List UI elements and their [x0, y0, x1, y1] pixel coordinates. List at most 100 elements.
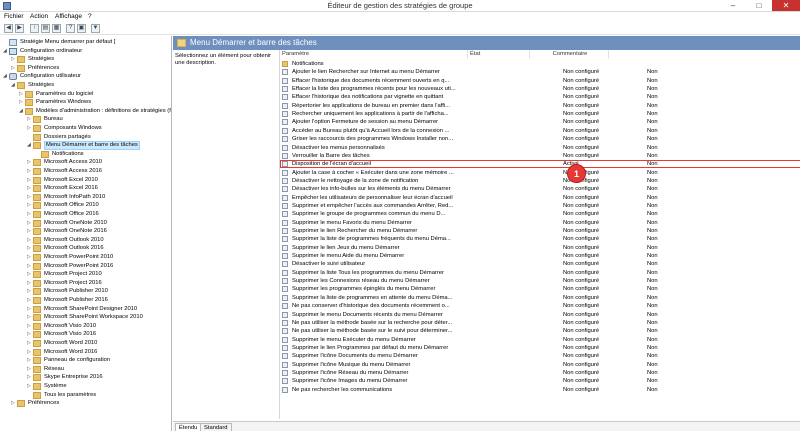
folder-icon: [33, 228, 41, 236]
setting-comment: Non: [647, 219, 658, 226]
setting-row[interactable]: Supprimer la liste Tous les programmes d…: [280, 269, 800, 277]
setting-icon: [282, 136, 288, 143]
setting-comment: Non: [647, 194, 658, 201]
expand-toggle-icon[interactable]: ◢: [3, 47, 8, 56]
setting-row[interactable]: Supprimer le lien Rechercher du menu Dém…: [280, 227, 800, 235]
setting-state: Non configuré: [563, 369, 600, 376]
expand-toggle-icon[interactable]: ▷: [11, 399, 16, 408]
setting-row[interactable]: Supprimer le menu Aide du menu Démarrer N…: [280, 252, 800, 260]
setting-row[interactable]: Supprimer le lien Jeux du menu Démarrer N…: [280, 244, 800, 252]
setting-name: Notifications: [292, 61, 324, 67]
setting-row[interactable]: Supprimer la liste de programmes en atte…: [280, 294, 800, 302]
setting-row[interactable]: Supprimer l'icône Musique du menu Démarr…: [280, 361, 800, 369]
forward-icon[interactable]: ▶: [15, 24, 24, 33]
setting-row[interactable]: Supprimer le menu Exécuter du menu Démar…: [280, 336, 800, 344]
minimize-button[interactable]: –: [720, 0, 746, 11]
setting-name: Supprimer les programmes épinglés du men…: [292, 286, 436, 293]
setting-row[interactable]: Désactiver les info-bulles sur les éléme…: [280, 185, 800, 193]
setting-comment: Non: [647, 169, 658, 176]
setting-row[interactable]: Supprimer le menu Documents récents du m…: [280, 311, 800, 319]
setting-row[interactable]: Ne pas conserver d'historique des docume…: [280, 302, 800, 310]
panel-title: Menu Démarrer et barre des tâches: [190, 38, 317, 47]
setting-row[interactable]: Rechercher uniquement les applications à…: [280, 110, 800, 118]
setting-row[interactable]: Effacer l'historique des notifications p…: [280, 93, 800, 101]
setting-row[interactable]: Effacer l'historique des documents récem…: [280, 77, 800, 85]
menu-help[interactable]: ?: [88, 13, 92, 20]
setting-row[interactable]: Supprimer et empêcher l'accès aux comman…: [280, 202, 800, 210]
expand-toggle-icon[interactable]: ▷: [27, 124, 32, 133]
setting-row[interactable]: Ajouter l'option Fermeture de session au…: [280, 118, 800, 126]
setting-row[interactable]: Supprimer le lien Programmes par défaut …: [280, 344, 800, 352]
setting-name: Désactiver les menus personnalisés: [292, 144, 385, 151]
setting-row[interactable]: Supprimer l'icône Réseau du menu Démarre…: [280, 369, 800, 377]
setting-row[interactable]: Accéder au Bureau plutôt qu'à Accueil lo…: [280, 127, 800, 135]
close-button[interactable]: ✕: [772, 0, 800, 11]
setting-row[interactable]: Ne pas utiliser la méthode basée sur le …: [280, 327, 800, 335]
setting-name: Effacer la liste des programmes récents …: [292, 86, 456, 93]
folder-icon: [41, 150, 49, 158]
menu-affichage[interactable]: Affichage: [55, 13, 82, 20]
setting-row[interactable]: Désactiver le suivi utilisateur Non confi…: [280, 260, 800, 268]
setting-state: Non configuré: [563, 303, 600, 310]
folder-icon: [25, 99, 33, 107]
setting-row[interactable]: Ne pas utiliser la méthode basée sur la …: [280, 319, 800, 327]
setting-state: Non configuré: [563, 269, 600, 276]
expand-toggle-icon[interactable]: ▷: [11, 64, 16, 73]
setting-comment: Non: [647, 119, 658, 126]
setting-row[interactable]: Supprimer le menu Favoris du menu Démarr…: [280, 219, 800, 227]
setting-state: Non configuré: [563, 136, 600, 143]
setting-icon: [282, 303, 288, 310]
tab-standard[interactable]: Standard: [200, 423, 232, 431]
expand-toggle-icon[interactable]: ◢: [3, 72, 8, 81]
expand-toggle-icon[interactable]: ◢: [11, 81, 16, 90]
setting-row[interactable]: Ajouter la case à cocher « Exécuter dans…: [280, 169, 800, 177]
back-icon[interactable]: ◀: [4, 24, 13, 33]
folder-icon: [177, 39, 186, 47]
setting-row[interactable]: Désactiver les menus personnalisés Non co…: [280, 144, 800, 152]
tab-etendu[interactable]: Étendu: [175, 423, 202, 431]
column-header-comment[interactable]: Commentaire: [530, 50, 609, 59]
setting-comment: Non: [647, 127, 658, 134]
folder-icon: [33, 133, 41, 141]
help-icon[interactable]: ?: [66, 24, 75, 33]
setting-row[interactable]: Supprimer l'icône Images du menu Démarre…: [280, 377, 800, 385]
properties-icon[interactable]: ▣: [77, 24, 86, 33]
expand-toggle-icon[interactable]: ◢: [27, 141, 32, 150]
setting-comment: Non: [647, 311, 658, 318]
setting-state: Non configuré: [563, 228, 600, 234]
setting-row[interactable]: Disposition de l'écran d'accueil Activé No…: [280, 160, 800, 169]
setting-icon: [282, 211, 288, 218]
setting-row[interactable]: Effacer la liste des programmes récents …: [280, 85, 800, 93]
column-header-param[interactable]: Paramètre: [280, 50, 468, 59]
setting-row[interactable]: Supprimer les programmes épinglés du men…: [280, 285, 800, 293]
setting-row[interactable]: Supprimer l'icône Documents du menu Déma…: [280, 352, 800, 360]
show-tree-icon[interactable]: ▤: [41, 24, 50, 33]
setting-row[interactable]: Empêcher les utilisateurs de personnalis…: [280, 194, 800, 202]
maximize-button[interactable]: □: [746, 0, 772, 11]
setting-row[interactable]: Verrouiller la Barre des tâches Non confi…: [280, 152, 800, 160]
setting-comment: Non: [647, 353, 658, 360]
folder-up-icon[interactable]: ↑: [30, 24, 39, 33]
folder-icon: [33, 168, 41, 175]
setting-name: Supprimer l'icône Musique du menu Démarr…: [292, 361, 411, 368]
setting-row[interactable]: Griser les raccourcis des programmes Win…: [280, 135, 800, 143]
export-list-icon[interactable]: ▦: [52, 24, 61, 33]
setting-row[interactable]: Supprimer la liste de programmes fréquen…: [280, 235, 800, 243]
expand-toggle-icon[interactable]: ▷: [27, 382, 32, 391]
setting-row[interactable]: Désactiver le nettoyage de la zone de no…: [280, 177, 800, 185]
setting-row[interactable]: Ajouter le lien Rechercher sur Internet …: [280, 68, 800, 76]
folder-row[interactable]: Notifications: [280, 60, 800, 68]
setting-row[interactable]: Ne pas rechercher les communications Non …: [280, 386, 800, 394]
menu-fichier[interactable]: Fichier: [4, 13, 24, 20]
setting-row[interactable]: Supprimer les Connexions réseau du menu …: [280, 277, 800, 285]
folder-icon: [282, 61, 288, 67]
filter-icon[interactable]: ▼: [91, 24, 100, 33]
column-header-etat[interactable]: État: [468, 50, 530, 59]
setting-row[interactable]: Répertorier les applications de bureau e…: [280, 102, 800, 110]
menu-action[interactable]: Action: [30, 13, 48, 20]
expand-toggle-icon[interactable]: ◢: [19, 107, 24, 116]
setting-row[interactable]: Supprimer le groupe de programmes commun…: [280, 210, 800, 218]
setting-state: Non configuré: [563, 194, 600, 201]
folder-icon: [33, 142, 41, 150]
folder-icon: [33, 305, 41, 313]
